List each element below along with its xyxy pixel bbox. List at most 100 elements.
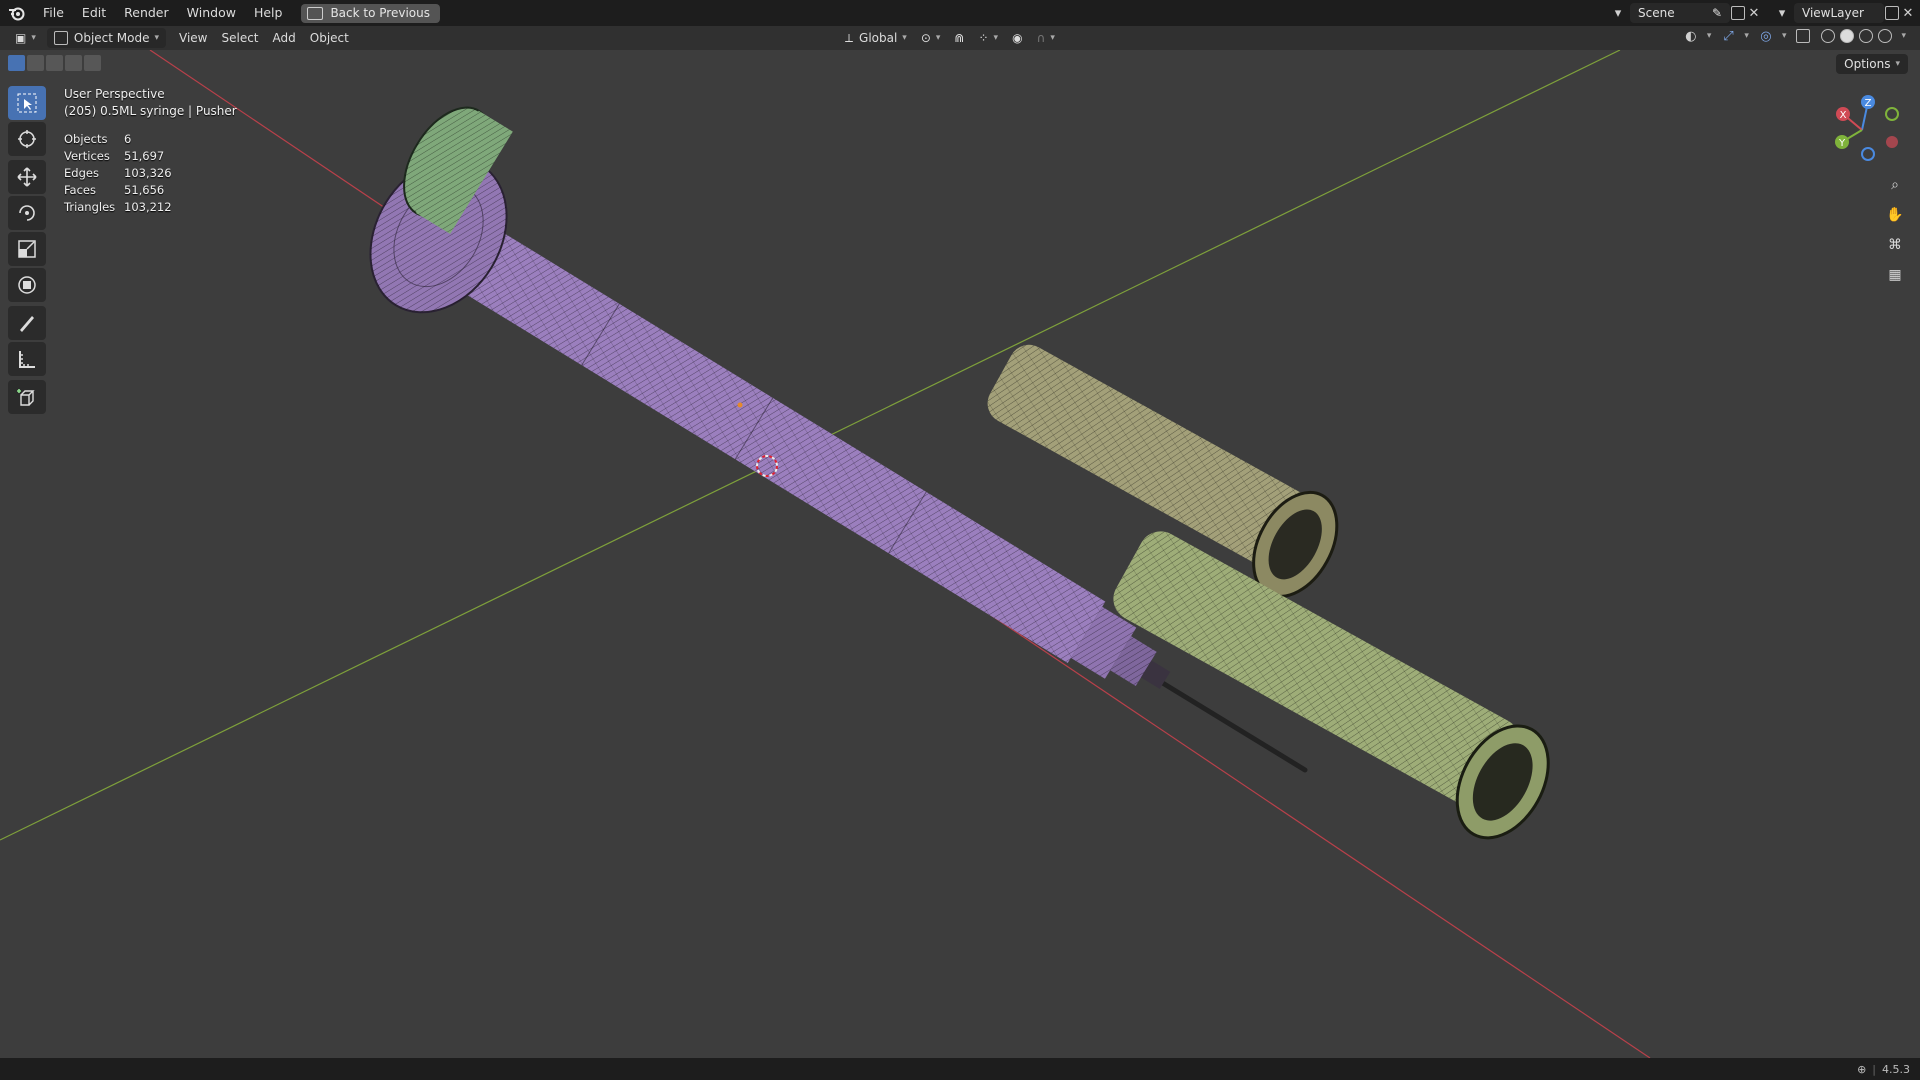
select-box-tool[interactable] — [8, 86, 46, 120]
stat-label: Triangles — [64, 200, 116, 214]
3d-viewport[interactable] — [0, 49, 1920, 1059]
transform-controls: ⟂ Global ▾ ⊙ ▾ ⋒ ⁘ ▾ ◉ ∩ ▾ — [838, 28, 1062, 48]
scale-tool[interactable] — [8, 232, 46, 266]
menu-help[interactable]: Help — [245, 0, 292, 26]
pan-hand-icon[interactable]: ✋ — [1882, 202, 1908, 228]
falloff-dropdown[interactable]: ∩ ▾ — [1030, 28, 1062, 48]
material-shading-icon[interactable] — [1858, 28, 1874, 44]
orientation-icon: ⟂ — [845, 30, 854, 45]
rotate-icon — [19, 205, 35, 221]
view-layer-name: ViewLayer — [1802, 6, 1864, 20]
options-label: Options — [1844, 57, 1891, 71]
proportional-icon: ◉ — [1012, 31, 1023, 45]
pencil-icon — [20, 316, 34, 332]
menu-render[interactable]: Render — [115, 0, 178, 26]
menu-select[interactable]: Select — [214, 28, 265, 48]
select-extend-icon[interactable] — [27, 55, 44, 71]
selection-mode-group — [8, 55, 101, 71]
select-cursor-icon — [17, 93, 37, 113]
gizmo-neg-y-icon[interactable] — [1885, 107, 1899, 121]
move-tool[interactable] — [8, 160, 46, 194]
gizmo-toggle-icon[interactable]: ⤢ — [1720, 28, 1736, 44]
camera-view-icon[interactable]: ⌘ — [1882, 232, 1908, 258]
gizmo-neg-x-icon[interactable] — [1886, 136, 1898, 148]
xray-toggle-icon[interactable] — [1795, 28, 1811, 44]
view-layer-icon[interactable]: ▾ — [1774, 5, 1790, 21]
select-subtract-icon[interactable] — [46, 55, 63, 71]
visibility-icon[interactable]: ◐ — [1683, 28, 1699, 44]
add-cube-tool[interactable] — [8, 380, 46, 414]
stat-value: 51,656 — [124, 183, 165, 197]
solid-shading-icon[interactable] — [1839, 28, 1855, 44]
mode-selector[interactable]: Object Mode ▾ — [46, 28, 166, 48]
status-bar: ⊕ | 4.5.3 — [0, 1058, 1920, 1080]
options-dropdown[interactable]: Options ▾ — [1836, 54, 1908, 74]
select-invert-icon[interactable] — [65, 55, 82, 71]
network-icon: ⊕ — [1857, 1062, 1867, 1076]
delete-scene-icon[interactable]: ✕ — [1746, 5, 1762, 21]
stat-value: 6 — [124, 132, 132, 146]
select-intersect-icon[interactable] — [84, 55, 101, 71]
gizmo-x-label: X — [1840, 110, 1847, 121]
add-cube-icon — [17, 389, 35, 406]
transform-orientation-dropdown[interactable]: ⟂ Global ▾ — [838, 28, 914, 48]
origin-point — [737, 402, 743, 408]
transform-tool[interactable] — [8, 268, 46, 302]
snap-target-dropdown[interactable]: ⁘ ▾ — [971, 28, 1005, 48]
zoom-icon[interactable]: ⌕ — [1882, 172, 1908, 198]
delete-view-layer-icon[interactable]: ✕ — [1900, 5, 1916, 21]
ortho-grid-icon[interactable]: ▦ — [1882, 262, 1908, 288]
navigation-gizmo[interactable]: Z X Y — [1830, 92, 1910, 164]
gizmo-neg-z-icon[interactable] — [1861, 147, 1875, 161]
menu-add[interactable]: Add — [266, 28, 303, 48]
cursor-tool[interactable] — [8, 122, 46, 156]
stat-value: 51,697 — [124, 149, 165, 163]
stat-label: Objects — [64, 132, 108, 146]
scene-field[interactable]: Scene ✎ — [1630, 3, 1730, 23]
menu-view[interactable]: View — [172, 28, 214, 48]
orientation-label: Global — [859, 31, 898, 45]
pin-icon[interactable]: ✎ — [1712, 6, 1722, 20]
ruler-icon — [19, 351, 35, 368]
blender-logo-icon[interactable] — [0, 0, 34, 26]
stat-value: 103,212 — [124, 200, 172, 214]
snap-toggle[interactable]: ⋒ — [947, 28, 971, 48]
menu-file[interactable]: File — [34, 0, 73, 26]
mode-label: Object Mode — [73, 31, 150, 45]
pivot-point-dropdown[interactable]: ⊙ ▾ — [914, 28, 948, 48]
rendered-shading-icon[interactable] — [1877, 28, 1893, 44]
version-label: 4.5.3 — [1882, 1062, 1910, 1076]
object-mode-icon — [53, 31, 68, 45]
stat-row: Vertices 51,697 — [64, 148, 172, 165]
menu-edit[interactable]: Edit — [73, 0, 115, 26]
magnet-icon: ⋒ — [954, 31, 965, 45]
gizmo-y-label: Y — [1838, 138, 1846, 149]
editor-type-selector[interactable]: ▣ ▾ — [8, 28, 43, 48]
proportional-edit-toggle[interactable]: ◉ — [1005, 28, 1029, 48]
view-layer-field[interactable]: ViewLayer — [1794, 3, 1884, 23]
scene-icon[interactable]: ▾ — [1610, 5, 1626, 21]
measure-tool[interactable] — [8, 342, 46, 376]
stat-row: Edges 103,326 — [64, 165, 172, 182]
viewport-navigation: ⌕ ✋ ⌘ ▦ — [1882, 172, 1908, 288]
scene-statistics: Objects 6 Vertices 51,697 Edges 103,326 Fac… — [64, 131, 172, 216]
overlays-toggle-icon[interactable]: ◎ — [1758, 28, 1774, 44]
screen-icon — [307, 6, 324, 20]
transform-icon — [18, 276, 36, 294]
stat-label: Vertices — [64, 149, 110, 163]
falloff-icon: ∩ — [1036, 31, 1046, 45]
stat-row: Triangles 103,212 — [64, 199, 172, 216]
menu-object[interactable]: Object — [303, 28, 356, 48]
menu-window[interactable]: Window — [178, 0, 245, 26]
pivot-icon: ⊙ — [920, 31, 931, 45]
tool-shelf — [8, 86, 48, 416]
new-view-layer-icon[interactable] — [1884, 5, 1900, 21]
select-new-icon[interactable] — [8, 55, 25, 71]
wireframe-shading-icon[interactable] — [1820, 28, 1836, 44]
back-to-previous-button[interactable]: Back to Previous — [301, 3, 440, 23]
rotate-tool[interactable] — [8, 196, 46, 230]
stat-value: 103,326 — [124, 166, 172, 180]
new-scene-icon[interactable] — [1730, 5, 1746, 21]
annotate-tool[interactable] — [8, 306, 46, 340]
scene-name: Scene — [1638, 6, 1675, 20]
